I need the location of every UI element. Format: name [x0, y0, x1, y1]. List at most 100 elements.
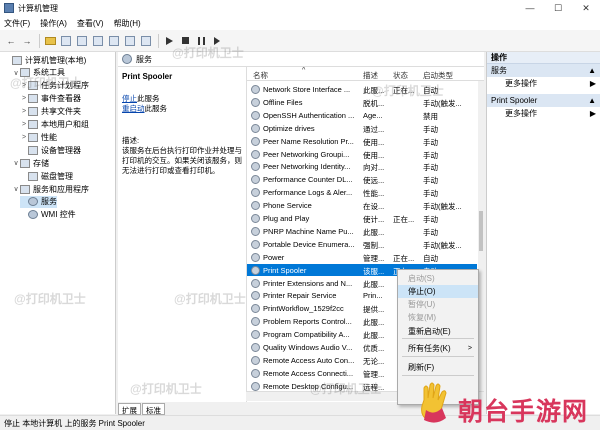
context-menu-separator: [402, 356, 474, 357]
service-row[interactable]: Peer Networking Groupi... 使用... 手动: [247, 148, 477, 161]
service-startup-cell: 手动: [423, 189, 438, 199]
service-row[interactable]: PNRP Machine Name Pu... 此服... 手动: [247, 225, 477, 238]
expand-toggle-icon[interactable]: >: [20, 95, 28, 102]
expand-toggle-icon[interactable]: >: [20, 134, 28, 141]
actions-section-print-spooler[interactable]: Print Spooler ▲: [487, 94, 600, 107]
context-menu-item[interactable]: 所有任务(K) >: [398, 342, 478, 355]
tree-item[interactable]: 设备管理器: [20, 144, 81, 156]
expand-toggle-icon[interactable]: ∨: [12, 159, 20, 167]
context-menu-item[interactable]: 刷新(F): [398, 361, 478, 374]
tab-extended[interactable]: 扩展: [118, 403, 141, 415]
tree-item[interactable]: ∨ 服务和应用程序: [12, 183, 89, 195]
description-text-line: 打印机的交互。如果关闭该服务，则: [122, 156, 242, 165]
context-menu-item[interactable]: 重新启动(E): [398, 325, 478, 338]
expand-toggle-icon[interactable]: >: [20, 121, 28, 128]
more-actions-print-spooler[interactable]: 更多操作 ▶: [487, 107, 600, 120]
actions-header: 操作: [487, 52, 600, 64]
menu-action[interactable]: 操作(A): [40, 18, 67, 29]
show-hide-tree-button[interactable]: [59, 34, 73, 48]
actions-section-label: Print Spooler: [491, 96, 538, 105]
context-menu-label: 停止(O): [408, 287, 436, 296]
maximize-button[interactable]: ☐: [544, 0, 572, 16]
service-gear-icon: [251, 355, 260, 365]
export-button[interactable]: [107, 34, 121, 48]
stop-service-link[interactable]: 停止: [122, 94, 137, 103]
menu-file[interactable]: 文件(F): [4, 18, 30, 29]
service-desc-cell: 向对...: [363, 163, 385, 173]
service-desc-cell: 使用...: [363, 137, 385, 147]
context-menu-item[interactable]: 停止(O): [398, 285, 478, 298]
service-name-cell: PNRP Machine Name Pu...: [263, 226, 354, 236]
tree-item[interactable]: ∨ 存储: [12, 157, 49, 169]
close-button[interactable]: ✕: [572, 0, 600, 16]
service-gear-icon: [251, 239, 260, 249]
service-gear-icon: [251, 381, 260, 391]
context-menu-item: 恢复(M): [398, 311, 478, 324]
tab-standard[interactable]: 标准: [142, 403, 165, 415]
tree-item[interactable]: > 共享文件夹: [20, 106, 81, 118]
service-desc-cell: 使远...: [363, 176, 385, 186]
service-row[interactable]: OpenSSH Authentication ... Age... 禁用: [247, 109, 477, 122]
service-row[interactable]: Power 管理... 正在... 自动: [247, 251, 477, 264]
column-status-header[interactable]: 状态: [393, 70, 408, 81]
tree-item[interactable]: 服务: [20, 195, 57, 208]
service-gear-icon: [251, 188, 260, 198]
refresh-button[interactable]: [91, 34, 105, 48]
service-desc-cell: 此服...: [363, 279, 385, 289]
column-name-header[interactable]: 名称: [253, 70, 268, 81]
brand-text: 朝台手游网: [458, 398, 589, 426]
context-menu-label: 刷新(F): [408, 363, 435, 372]
service-row[interactable]: Performance Logs & Aler... 性能... 手动: [247, 186, 477, 199]
back-button[interactable]: ←: [4, 34, 18, 48]
tree-item[interactable]: > 事件查看器: [20, 93, 81, 105]
tree-item-label: 计算机管理(本地): [25, 55, 87, 65]
expand-toggle-icon[interactable]: >: [20, 108, 28, 115]
column-desc-header[interactable]: 描述: [363, 70, 378, 81]
restart-service-link[interactable]: 重启动: [122, 104, 145, 113]
menu-view[interactable]: 查看(V): [77, 18, 104, 29]
service-gear-icon: [251, 265, 260, 275]
stop-suffix: 此服务: [137, 94, 160, 103]
actions-section-services[interactable]: 服务 ▲: [487, 64, 600, 77]
service-status-cell: 正在...: [393, 215, 415, 224]
expand-toggle-icon[interactable]: ∨: [12, 185, 20, 193]
service-row[interactable]: Optimize drives 通过... 手动: [247, 122, 477, 135]
service-row[interactable]: Peer Networking Identity... 向对... 手动: [247, 160, 477, 173]
tree-item-label: 本地用户和组: [41, 120, 89, 129]
forward-button[interactable]: →: [20, 34, 34, 48]
tree-item[interactable]: > 性能: [20, 131, 57, 143]
service-desc-cell: 使计...: [363, 215, 385, 224]
service-startup-cell: 自动: [423, 253, 438, 263]
storage-icon: [20, 158, 30, 168]
service-row[interactable]: Phone Service 在设... 手动(触发...: [247, 199, 477, 212]
menu-help[interactable]: 帮助(H): [114, 18, 141, 29]
tree-item[interactable]: WMI 控件: [20, 209, 76, 221]
tree-item[interactable]: 磁盘管理: [20, 170, 73, 182]
actions-pane: 操作 服务 ▲ 更多操作 ▶ Print Spooler ▲ 更多操作 ▶: [486, 52, 600, 414]
service-gear-icon: [251, 110, 260, 120]
scroll-thumb[interactable]: [479, 211, 483, 251]
service-name-cell: Remote Access Auto Con...: [263, 355, 355, 365]
service-row[interactable]: Portable Device Enumera... 强制... 手动(触发...: [247, 238, 477, 251]
service-gear-icon: [251, 368, 260, 378]
minimize-button[interactable]: —: [516, 0, 544, 16]
help-button[interactable]: [123, 34, 137, 48]
help-icon: [125, 35, 135, 46]
service-row[interactable]: Performance Counter DL... 使远... 手动: [247, 173, 477, 186]
toolbar-separator: [158, 33, 159, 48]
perf-icon: [28, 132, 38, 142]
watermark-text: @打印机卫士: [310, 382, 382, 396]
column-startup-header[interactable]: 启动类型: [423, 70, 453, 81]
watermark-text: @打印机卫士: [10, 76, 82, 90]
tree-item-label: 共享文件夹: [41, 107, 81, 117]
service-desc-cell: 通过...: [363, 124, 385, 134]
tree-item[interactable]: > 本地用户和组: [20, 119, 89, 131]
service-row[interactable]: Plug and Play 使计... 正在... 手动: [247, 212, 477, 225]
more-actions-services[interactable]: 更多操作 ▶: [487, 77, 600, 90]
up-folder-button[interactable]: [43, 34, 57, 48]
mmc-button[interactable]: [139, 34, 153, 48]
stop-service-line: 停止此服务: [122, 94, 242, 104]
service-row[interactable]: Peer Name Resolution Pr... 使用... 手动: [247, 135, 477, 148]
tree-item[interactable]: 计算机管理(本地): [4, 54, 86, 66]
properties-button[interactable]: [75, 34, 89, 48]
